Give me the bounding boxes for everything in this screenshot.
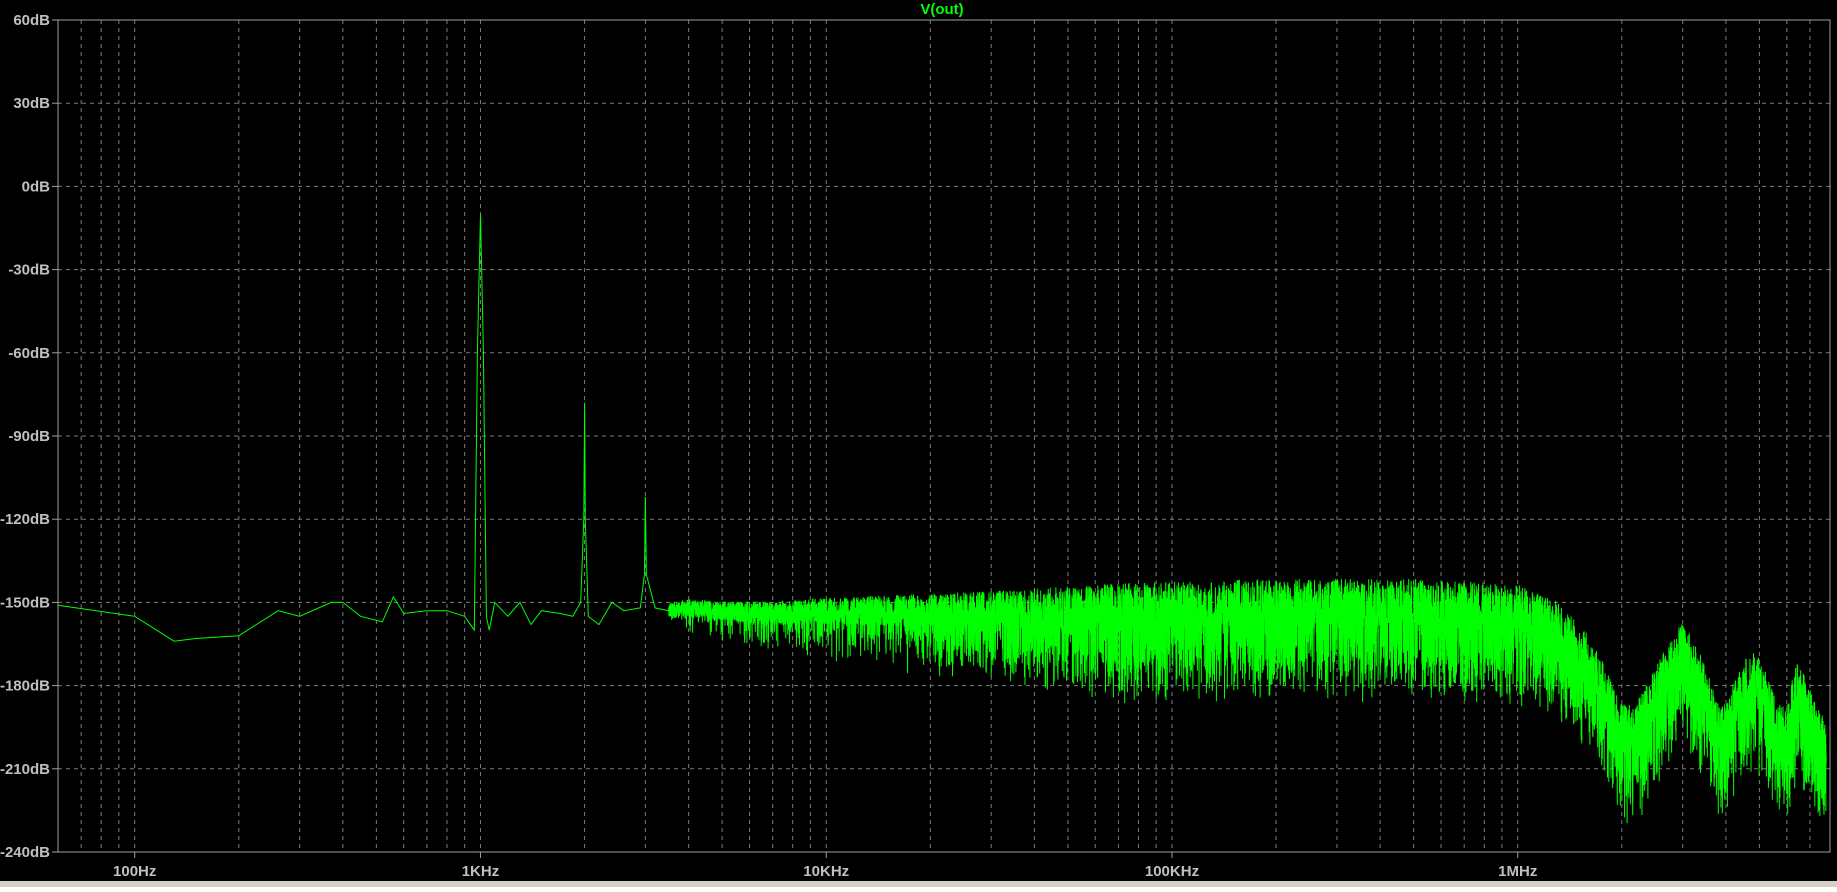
- chart-svg: V(out) 60dB 30dB 0dB -30dB -60dB -90dB -120dB -…: [0, 1, 1831, 880]
- window-bottom-edge: [0, 881, 1837, 887]
- y-tick-label: 60dB: [13, 12, 50, 29]
- y-tick-label: -150dB: [0, 594, 50, 611]
- y-tick-label: 30dB: [13, 95, 50, 112]
- y-tick-label: -210dB: [0, 761, 50, 778]
- y-tick-label: -30dB: [8, 262, 50, 279]
- y-axis-ticks: 60dB 30dB 0dB -30dB -60dB -90dB -120dB -150dB -1…: [0, 12, 58, 861]
- y-tick-label: -90dB: [8, 428, 50, 445]
- y-tick-label: -60dB: [8, 345, 50, 362]
- y-tick-label: 0dB: [22, 178, 51, 195]
- x-tick-label: 100KHz: [1145, 863, 1199, 880]
- x-tick-label: 1MHz: [1498, 863, 1537, 880]
- y-tick-label: -240dB: [0, 844, 50, 861]
- chart-title: V(out): [920, 1, 963, 18]
- y-tick-label: -180dB: [0, 678, 50, 695]
- x-axis-ticks: 100Hz 1KHz 10KHz 100KHz 1MHz: [113, 852, 1537, 880]
- y-tick-label: -120dB: [0, 511, 50, 528]
- x-tick-label: 10KHz: [803, 863, 849, 880]
- grid-layer: [57, 19, 1831, 853]
- plot-area[interactable]: V(out) 60dB 30dB 0dB -30dB -60dB -90dB -120dB -…: [0, 0, 1837, 887]
- x-tick-label: 1KHz: [462, 863, 500, 880]
- x-tick-label: 100Hz: [113, 863, 156, 880]
